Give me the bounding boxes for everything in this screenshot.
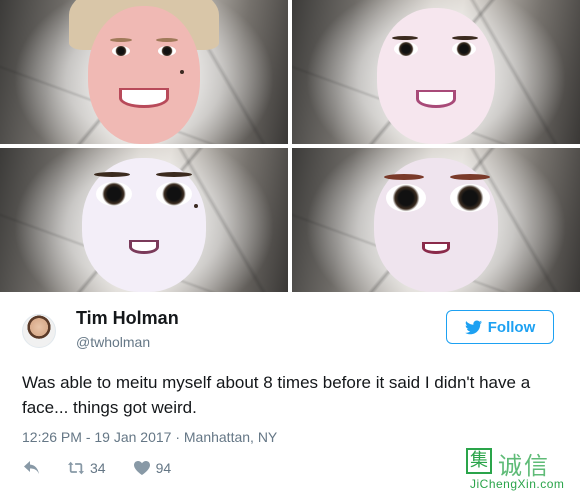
watermark-logo: 集 — [466, 448, 492, 474]
watermark-url: JiChengXin.com — [470, 477, 565, 491]
heart-icon — [133, 461, 150, 475]
display-name[interactable]: Tim Holman — [76, 308, 179, 329]
photo-filter-1[interactable] — [292, 0, 580, 144]
avatar[interactable] — [22, 314, 56, 348]
retweet-button[interactable]: 34 — [68, 460, 106, 476]
user-handle[interactable]: @twholman — [76, 334, 150, 350]
like-button[interactable]: 94 — [133, 460, 172, 476]
watermark: 集 诚信 JiChengXin.com — [462, 446, 580, 493]
tweet-text: Was able to meitu myself about 8 times b… — [22, 373, 531, 417]
like-count: 94 — [155, 460, 172, 476]
retweet-count: 34 — [90, 460, 106, 476]
photo-grid — [0, 0, 580, 292]
photo-filter-3[interactable] — [292, 148, 580, 292]
reply-button[interactable] — [24, 461, 40, 475]
photo-filter-2[interactable] — [0, 148, 288, 292]
watermark-chinese: 诚信 — [498, 452, 550, 480]
retweet-icon — [68, 461, 84, 475]
reply-icon — [24, 461, 39, 474]
follow-label: Follow — [487, 318, 536, 336]
follow-button[interactable]: Follow — [446, 310, 554, 344]
tweet-timestamp[interactable]: 12:26 PM - 19 Jan 2017 · Manhattan, NY — [22, 429, 277, 445]
twitter-bird-icon — [464, 319, 482, 334]
tweet-actions: 34 94 — [24, 460, 199, 476]
photo-original[interactable] — [0, 0, 288, 144]
